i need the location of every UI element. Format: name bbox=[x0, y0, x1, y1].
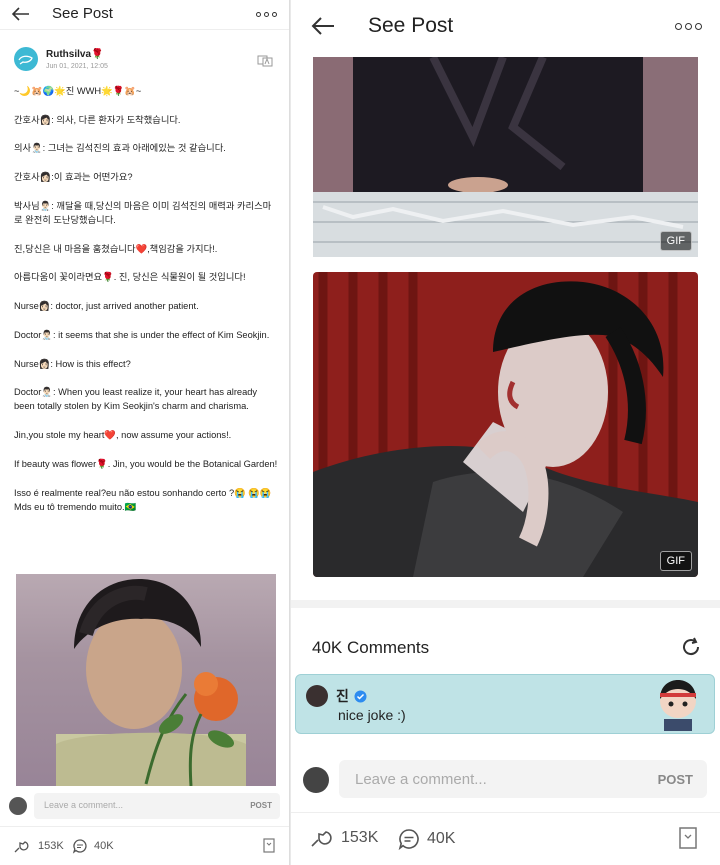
comment-placeholder: Leave a comment... bbox=[44, 800, 124, 810]
more-options-icon[interactable] bbox=[256, 12, 277, 17]
section-divider bbox=[291, 600, 720, 608]
comment-count: 40K bbox=[94, 840, 114, 852]
like-count: 153K bbox=[341, 829, 379, 846]
comment-input[interactable]: Leave a comment... POST bbox=[339, 760, 707, 798]
translate-icon[interactable] bbox=[257, 55, 273, 67]
comment-text: nice joke :) bbox=[338, 707, 406, 723]
post-comment-button[interactable]: POST bbox=[658, 772, 693, 787]
character-sticker-icon bbox=[660, 680, 696, 731]
comment-bubble-icon bbox=[398, 829, 419, 851]
gif-badge: GIF bbox=[659, 551, 692, 571]
gif-image-1[interactable]: GIF bbox=[313, 57, 698, 257]
post-paragraph: If beauty was flower🌹. Jin, you would be… bbox=[14, 458, 278, 469]
post-author[interactable]: Ruthsilva🌹 Jun 01, 2021, 12:05 bbox=[14, 47, 108, 71]
commenter-name[interactable]: 진 bbox=[336, 686, 349, 706]
like-icon bbox=[311, 831, 332, 847]
post-paragraph: Jin,you stole my heart❤️, now assume you… bbox=[14, 430, 232, 441]
post-paragraph: Doctor👨🏻‍⚕️: it seems that she is under … bbox=[14, 329, 270, 340]
back-arrow-icon[interactable] bbox=[311, 16, 335, 36]
portrait-with-roses-image bbox=[56, 579, 246, 786]
commenter-avatar[interactable] bbox=[306, 685, 328, 707]
screenshot: See Post Ruthsilva🌹 Jun 01, 2021, 12:05 … bbox=[0, 0, 720, 865]
post-paragraph: 아름다움이 꽃이라면요🌹. 진, 당신은 식물원이 될 것입니다! bbox=[14, 272, 246, 283]
comment-bar: Leave a comment... POST bbox=[291, 748, 720, 810]
post-paragraph: Nurse👩🏻: How is this effect? bbox=[14, 358, 131, 369]
comments-button[interactable]: 40K bbox=[72, 838, 114, 854]
post-paragraph: Doctor👨🏻‍⚕️: When you least realize it, … bbox=[14, 387, 258, 412]
gif-image-2[interactable]: GIF bbox=[313, 272, 698, 577]
comment-placeholder: Leave a comment... bbox=[355, 771, 487, 788]
comment-count: 40K bbox=[427, 830, 456, 847]
refresh-icon[interactable] bbox=[680, 636, 702, 658]
right-post-screen: See Post GIF GIF 40K Comments 진 nice jok… bbox=[291, 0, 720, 865]
user-avatar bbox=[303, 767, 329, 793]
user-avatar bbox=[9, 797, 27, 815]
page-title: See Post bbox=[52, 5, 113, 22]
action-bar: 153K 40K bbox=[291, 812, 720, 865]
comment-bubble-icon bbox=[72, 839, 87, 854]
bookmark-icon[interactable] bbox=[679, 827, 697, 849]
header-bar: See Post bbox=[0, 0, 289, 30]
post-paragraph: 의사👨🏻‍⚕️: 그녀는 김석진의 효과 아래에있는 것 같습니다. bbox=[14, 143, 226, 154]
whale-icon bbox=[18, 55, 33, 65]
comments-header: 40K Comments bbox=[312, 638, 430, 657]
author-avatar[interactable] bbox=[14, 47, 38, 71]
bookmark-icon[interactable] bbox=[263, 838, 275, 853]
post-paragraph: Nurse👩🏻: doctor, just arrived another pa… bbox=[14, 301, 199, 312]
verified-badge-icon bbox=[354, 690, 367, 702]
back-arrow-icon[interactable] bbox=[12, 7, 30, 21]
commenter-name-row: 진 bbox=[336, 686, 367, 706]
action-bar: 153K 40K bbox=[0, 826, 289, 865]
post-paragraph: 간호사👩🏻: 의사, 다른 환자가 도착했습니다. bbox=[14, 114, 181, 125]
like-icon bbox=[14, 841, 29, 853]
post-paragraph: 박사님👨🏻‍⚕️: 깨달을 때,당신의 마음은 이미 김석진의 매력과 카리스마… bbox=[14, 200, 272, 226]
post-paragraph: ~🌙🐹🌍🌟진 WWH🌟🌹🐹~ bbox=[14, 86, 142, 96]
header-bar: See Post bbox=[291, 0, 720, 55]
comment-input[interactable]: Leave a comment... POST bbox=[34, 793, 280, 819]
more-options-icon[interactable] bbox=[675, 23, 702, 30]
post-date: Jun 01, 2021, 12:05 bbox=[46, 63, 108, 70]
suit-closeup-image bbox=[313, 57, 698, 257]
post-paragraph: 진,당신은 내 마음을 훔쳤습니다❤️,책임감을 가지다!. bbox=[14, 243, 218, 254]
like-button[interactable]: 153K bbox=[12, 838, 64, 854]
page-title: See Post bbox=[368, 14, 454, 37]
like-count: 153K bbox=[38, 840, 64, 852]
featured-comment[interactable]: 진 nice joke :) bbox=[295, 674, 715, 734]
post-paragraph: Isso é realmente real?eu não estou sonha… bbox=[14, 487, 272, 512]
left-post-screen: See Post Ruthsilva🌹 Jun 01, 2021, 12:05 … bbox=[0, 0, 290, 865]
portrait-red-curtain-image bbox=[313, 272, 698, 577]
comments-button[interactable]: 40K bbox=[397, 827, 455, 851]
gif-badge: GIF bbox=[659, 231, 692, 251]
post-comment-button[interactable]: POST bbox=[250, 801, 272, 810]
comment-bar: Leave a comment... POST bbox=[0, 787, 289, 825]
post-photo[interactable] bbox=[16, 574, 276, 786]
author-name[interactable]: Ruthsilva🌹 bbox=[46, 49, 103, 60]
post-body: ~🌙🐹🌍🌟진 WWH🌟🌹🐹~ 간호사👩🏻: 의사, 다른 환자가 도착했습니다.… bbox=[14, 84, 279, 528]
post-paragraph: 간호사👩🏻:이 효과는 어떤가요? bbox=[14, 172, 133, 183]
like-button[interactable]: 153K bbox=[309, 827, 378, 849]
